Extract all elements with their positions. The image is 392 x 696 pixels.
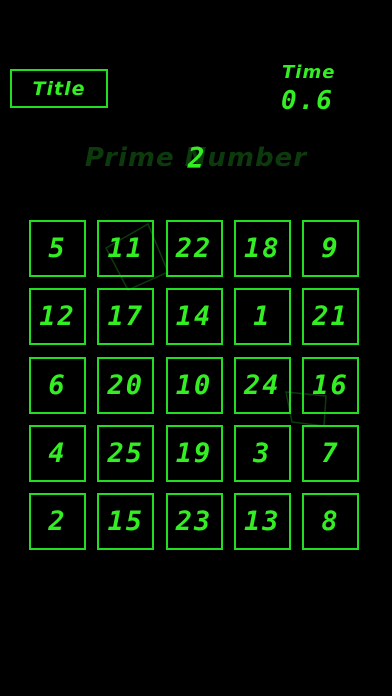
grid-cell[interactable]: 2 [29,493,86,550]
grid-cell[interactable]: 14 [165,288,223,346]
grid-cell[interactable]: 12 [29,288,86,346]
grid-cell[interactable]: 25 [97,424,155,482]
grid-cell[interactable]: 13 [233,493,291,550]
grid-cell[interactable]: 4 [29,424,86,482]
grid-cell[interactable]: 6 [29,356,86,414]
grid-cell[interactable]: 19 [165,424,223,482]
grid-cell[interactable]: 17 [97,288,155,346]
grid-cell[interactable]: 16 [302,356,359,414]
number-grid: 5 11 22 18 9 12 17 14 1 21 6 20 10 24 16 4 25 19 3 7 2 15 23 13… [29,220,363,554]
grid-cell[interactable]: 21 [302,288,359,346]
grid-cell[interactable]: 11 [97,220,155,277]
grid-cell[interactable]: 7 [302,424,359,482]
grid-cell[interactable]: 15 [97,493,155,550]
grid-cell[interactable]: 20 [97,356,155,414]
grid-cell[interactable]: 5 [29,220,86,277]
grid-cell[interactable]: 10 [165,356,223,414]
grid-cell[interactable]: 24 [233,356,291,414]
grid-cell[interactable]: 1 [233,288,291,346]
time-value: 0.6 [281,86,334,116]
grid-cell[interactable]: 9 [302,220,359,277]
grid-cell[interactable]: 18 [233,220,291,277]
grid-cell[interactable]: 23 [165,493,223,550]
grid-cell[interactable]: 3 [233,424,291,482]
grid-cell[interactable]: 22 [165,220,223,277]
target-number: 2 [187,142,205,175]
grid-cell[interactable]: 8 [302,493,359,550]
time-label: Time [282,62,336,83]
title-button[interactable]: Title [10,69,108,108]
